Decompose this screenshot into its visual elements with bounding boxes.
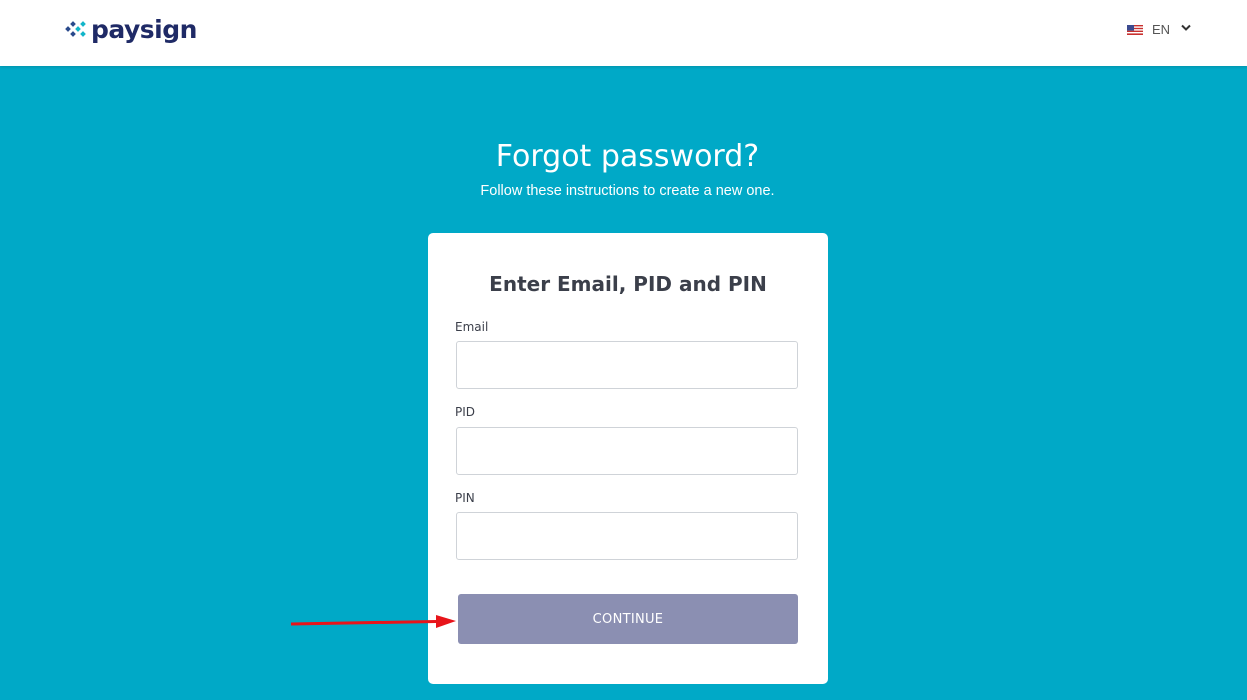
pid-label: PID [455,405,476,419]
red-arrow-icon [290,615,456,628]
pin-label: PIN [455,491,475,505]
language-selector[interactable]: EN [1126,22,1191,37]
language-code: EN [1151,22,1170,37]
pid-field[interactable] [456,427,798,475]
us-flag-icon [1126,25,1143,35]
form-title: Enter Email, PID and PIN [489,272,767,296]
paysign-mark-icon [65,21,86,37]
page-title: Forgot password? [495,139,760,174]
forgot-password-form-card: Enter Email, PID and PIN Email PID PIN C… [428,233,828,684]
brand-name: paysign [91,14,197,44]
email-field[interactable] [456,341,798,389]
pin-field[interactable] [456,512,798,560]
email-label: Email [455,320,489,334]
chevron-down-icon [1181,24,1191,31]
paysign-logo[interactable]: paysign [64,12,197,46]
page-subtitle: Follow these instructions to create a ne… [480,183,775,199]
top-navigation-bar: paysign EN [0,0,1247,66]
continue-button[interactable]: CONTINUE [458,594,798,644]
